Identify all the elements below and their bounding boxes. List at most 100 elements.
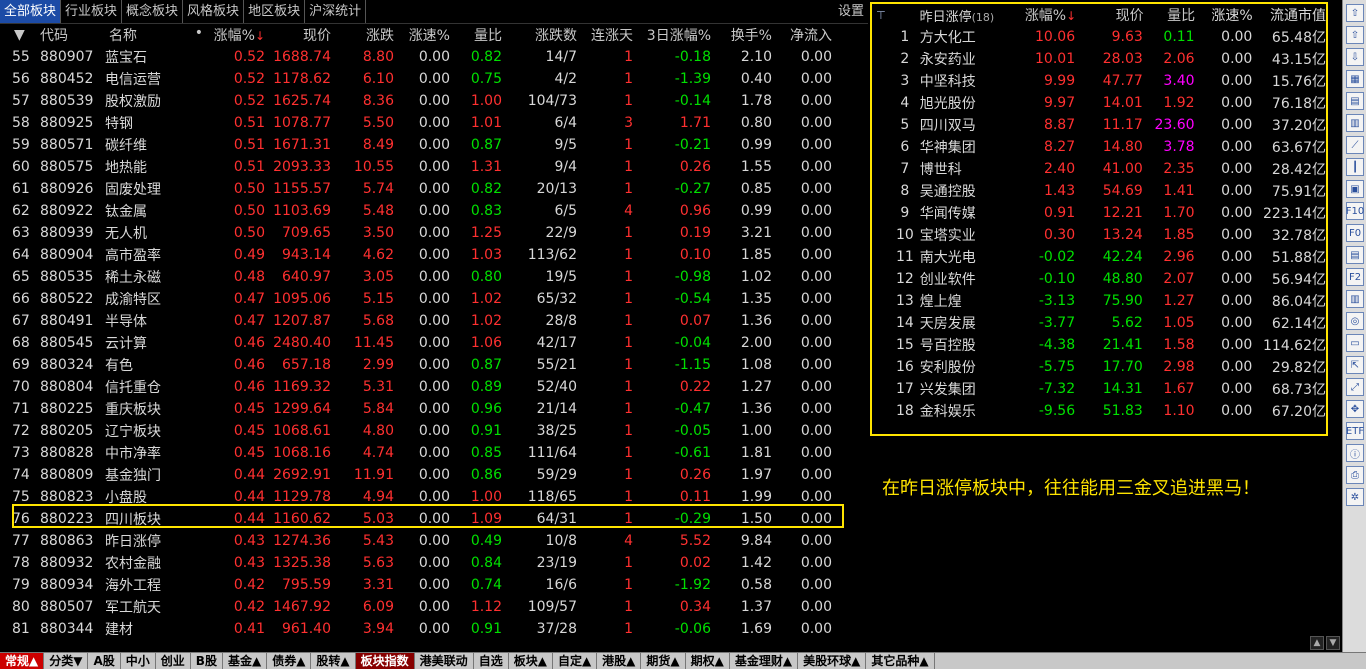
expand-icon[interactable]: ⤢ — [1346, 378, 1364, 396]
bottom-tab[interactable]: B股 — [191, 653, 223, 669]
scroll-up-button[interactable]: ▲ — [1310, 636, 1324, 650]
bottom-tab[interactable]: A股 — [88, 653, 121, 669]
news-icon[interactable]: ▣ — [1346, 180, 1364, 198]
bottom-tab[interactable]: 股转▲ — [311, 653, 356, 669]
table-row[interactable]: 58 880925 特钢 0.51 1078.77 5.50 0.00 1.01 6/4 3 1.7… — [0, 112, 868, 134]
settings-button[interactable]: 设置 — [838, 0, 864, 23]
table-row[interactable]: 79 880934 海外工程 0.42 795.59 3.31 0.00 0.74 16/6 1 -… — [0, 574, 868, 596]
bottom-tab[interactable]: 港美联动 — [415, 653, 474, 669]
share-icon[interactable]: ⇱ — [1346, 356, 1364, 374]
table-row[interactable]: 56 880452 电信运营 0.52 1178.62 6.10 0.00 0.75 4/2 1 -… — [0, 68, 868, 90]
col-pct[interactable]: 涨幅%↓ — [203, 25, 265, 45]
candle-chart-icon[interactable]: ┃ — [1346, 158, 1364, 176]
circle-icon[interactable]: ◎ — [1346, 312, 1364, 330]
up-icon[interactable]: ⇧ — [1346, 26, 1364, 44]
panel-row[interactable]: 7 博世科 2.40 41.00 2.35 0.00 28.42亿 — [872, 158, 1326, 180]
table-icon[interactable]: ▥ — [1346, 114, 1364, 132]
panel-col-pct[interactable]: 涨幅%↓ — [1017, 5, 1076, 25]
scroll-down-button[interactable]: ▼ — [1326, 636, 1340, 650]
panel-col-volume-ratio[interactable]: 量比 — [1144, 5, 1195, 25]
bottom-tab[interactable]: 其它品种▲ — [866, 653, 935, 669]
bottom-tab[interactable]: 自选 — [474, 653, 509, 669]
bottom-tab[interactable]: 债券▲ — [267, 653, 312, 669]
panel-col-market-cap[interactable]: 流通市值 — [1253, 5, 1326, 25]
col-name[interactable]: 名称 • — [103, 25, 203, 45]
tab-style-sectors[interactable]: 风格板块 — [183, 0, 245, 23]
tab-sh-sz-stats[interactable]: 沪深统计 — [305, 0, 367, 23]
bottom-tab[interactable]: 板块▲ — [509, 653, 553, 669]
line-chart-icon[interactable]: ⟋ — [1346, 136, 1364, 154]
list-icon[interactable]: ▤ — [1346, 92, 1364, 110]
table-row[interactable]: 59 880571 碳纤维 0.51 1671.31 8.49 0.00 0.87 9/5 1 -0… — [0, 134, 868, 156]
printer-icon[interactable]: ⎙ — [1346, 466, 1364, 484]
up-arrow-icon[interactable]: ⇧ — [1346, 4, 1364, 22]
col-change[interactable]: 涨跌 — [331, 25, 394, 45]
col-net-inflow[interactable]: 净流入 — [772, 25, 832, 45]
table-row[interactable]: 78 880932 农村金融 0.43 1325.38 5.63 0.00 0.84 23/19… — [0, 552, 868, 574]
col-3day-pct[interactable]: 3日涨幅% — [633, 25, 711, 45]
panel-row[interactable]: 12 创业软件 -0.10 48.80 2.07 0.00 56.94亿 — [872, 268, 1326, 290]
pin-icon[interactable]: ⊤ — [872, 9, 890, 22]
panel-row[interactable]: 2 永安药业 10.01 28.03 2.06 0.00 43.15亿 — [872, 48, 1326, 70]
col-up-days[interactable]: 连涨天 — [577, 25, 633, 45]
bottom-tab[interactable]: 期权▲ — [686, 653, 730, 669]
table-row[interactable]: 69 880324 有色 0.46 657.18 2.99 0.00 0.87 55/21 1 -1… — [0, 354, 868, 376]
down-icon[interactable]: ⇩ — [1346, 48, 1364, 66]
table-row[interactable]: 70 880804 信托重仓 0.46 1169.32 5.31 0.00 0.89 52/40… — [0, 376, 868, 398]
table-row[interactable]: 63 880939 无人机 0.50 709.65 3.50 0.00 1.25 22/9 1 0.… — [0, 222, 868, 244]
table-row[interactable]: 62 880922 钛金属 0.50 1103.69 5.48 0.00 0.83 6/5 4 0.… — [0, 200, 868, 222]
table-row[interactable]: 61 880926 固废处理 0.50 1155.57 5.74 0.00 0.82 20/13… — [0, 178, 868, 200]
panel-row[interactable]: 15 号百控股 -4.38 21.41 1.58 0.00 114.62亿 — [872, 334, 1326, 356]
table-row[interactable]: 81 880344 建材 0.41 961.40 3.94 0.00 0.91 37/28 1 -0… — [0, 618, 868, 640]
table-row[interactable]: 64 880904 高市盈率 0.49 943.14 4.62 0.00 1.03 113/62… — [0, 244, 868, 266]
table-row[interactable]: 80 880507 军工航天 0.42 1467.92 6.09 0.00 1.12 109/5… — [0, 596, 868, 618]
bottom-tab[interactable]: 基金理财▲ — [730, 653, 799, 669]
f10b-icon[interactable]: F0 — [1346, 224, 1364, 242]
panel-row[interactable]: 9 华闻传媒 0.91 12.21 1.70 0.00 223.14亿 — [872, 202, 1326, 224]
grid-icon[interactable]: ▦ — [1346, 70, 1364, 88]
panel-row[interactable]: 13 煌上煌 -3.13 75.90 1.27 0.00 86.04亿 — [872, 290, 1326, 312]
bar-icon[interactable]: ▥ — [1346, 290, 1364, 308]
bottom-tab[interactable]: 自定▲ — [553, 653, 598, 669]
col-volume-ratio[interactable]: 量比 — [450, 25, 502, 45]
table-row[interactable]: 74 880809 基金独门 0.44 2692.91 11.91 0.00 0.86 59/2… — [0, 464, 868, 486]
table-row[interactable]: 77 880863 昨日涨停 0.43 1274.36 5.43 0.00 0.49 10/8 4… — [0, 530, 868, 552]
move-icon[interactable]: ✥ — [1346, 400, 1364, 418]
bottom-tab[interactable]: 期货▲ — [641, 653, 686, 669]
table-row[interactable]: 65 880535 稀土永磁 0.48 640.97 3.05 0.00 0.80 19/5 1 -… — [0, 266, 868, 288]
tab-all-sectors[interactable]: 全部板块 — [0, 0, 62, 23]
bottom-tab[interactable]: 常规▲ — [0, 653, 45, 669]
table-row[interactable]: 75 880823 小盘股 0.44 1129.78 4.94 0.00 1.00 118/65… — [0, 486, 868, 508]
table-row[interactable]: 57 880539 股权激励 0.52 1625.74 8.36 0.00 1.00 104/7… — [0, 90, 868, 112]
panel-row[interactable]: 6 华神集团 8.27 14.80 3.78 0.00 63.67亿 — [872, 136, 1326, 158]
f10-icon[interactable]: F10 — [1346, 202, 1364, 220]
panel-row[interactable]: 8 吴通控股 1.43 54.69 1.41 0.00 75.91亿 — [872, 180, 1326, 202]
table-row[interactable]: 68 880545 云计算 0.46 2480.40 11.45 0.00 1.06 42/17… — [0, 332, 868, 354]
col-up-down[interactable]: 涨跌数 — [502, 25, 577, 45]
panel-row[interactable]: 17 兴发集团 -7.32 14.31 1.67 0.00 68.73亿 — [872, 378, 1326, 400]
panel-row[interactable]: 4 旭光股份 9.97 14.01 1.92 0.00 76.18亿 — [872, 92, 1326, 114]
panel-row[interactable]: 16 安利股份 -5.75 17.70 2.98 0.00 29.82亿 — [872, 356, 1326, 378]
bottom-tab[interactable]: 中小 — [121, 653, 156, 669]
table-row[interactable]: 76 880223 四川板块 0.44 1160.62 5.03 0.00 1.09 64/31… — [0, 508, 868, 530]
info-icon[interactable]: ⓘ — [1346, 444, 1364, 462]
table-row[interactable]: 72 880205 辽宁板块 0.45 1068.61 4.80 0.00 0.91 38/25… — [0, 420, 868, 442]
panel-row[interactable]: 10 宝塔实业 0.30 13.24 1.85 0.00 32.78亿 — [872, 224, 1326, 246]
col-price[interactable]: 现价 — [265, 25, 331, 45]
bottom-tab[interactable]: 创业 — [156, 653, 191, 669]
table-row[interactable]: 71 880225 重庆板块 0.45 1299.64 5.84 0.00 0.96 21/14… — [0, 398, 868, 420]
tab-concept-sectors[interactable]: 概念板块 — [122, 0, 184, 23]
col-speed[interactable]: 涨速% — [394, 25, 450, 45]
etf-icon[interactable]: ETF — [1346, 422, 1364, 440]
gear-icon[interactable]: ✲ — [1346, 488, 1364, 506]
panel-col-speed[interactable]: 涨速% — [1195, 5, 1252, 25]
panel-row[interactable]: 11 南大光电 -0.02 42.24 2.96 0.00 51.88亿 — [872, 246, 1326, 268]
table-row[interactable]: 66 880522 成渝特区 0.47 1095.06 5.15 0.00 1.02 65/32… — [0, 288, 868, 310]
panel-row[interactable]: 1 方大化工 10.06 9.63 0.11 0.00 65.48亿 — [872, 26, 1326, 48]
bottom-tab[interactable]: 分类▼ — [44, 653, 89, 669]
tab-industry-sectors[interactable]: 行业板块 — [61, 0, 123, 23]
doc-icon[interactable]: ▤ — [1346, 246, 1364, 264]
panel-row[interactable]: 5 四川双马 8.87 11.17 23.60 0.00 37.20亿 — [872, 114, 1326, 136]
panel-row[interactable]: 14 天房发展 -3.77 5.62 1.05 0.00 62.14亿 — [872, 312, 1326, 334]
table-row[interactable]: 55 880907 蓝宝石 0.52 1688.74 8.80 0.00 0.82 14/7 1 -… — [0, 46, 868, 68]
